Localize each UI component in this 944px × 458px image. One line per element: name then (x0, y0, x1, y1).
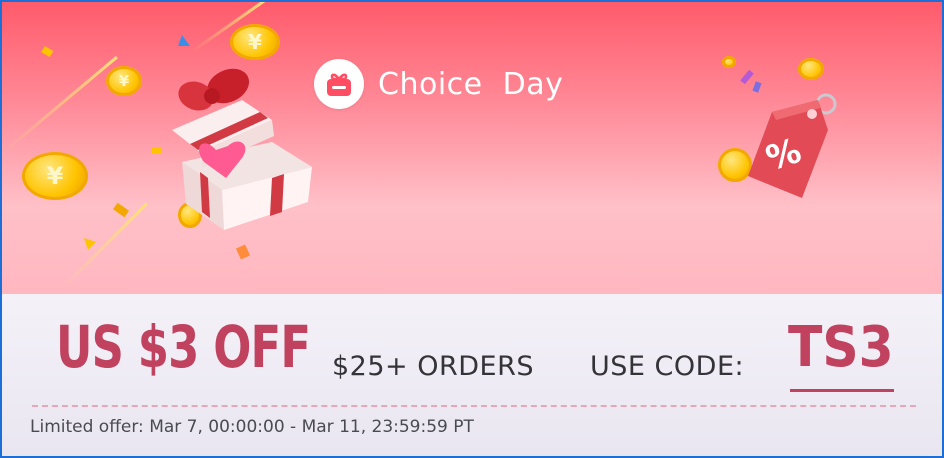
coupon-code-label: USE CODE: (590, 351, 745, 382)
discount-headline: US $3 OFF (56, 313, 311, 381)
coupon-code[interactable]: TS3 (788, 320, 894, 376)
promo-banner[interactable]: ¥ ¥ ¥ Choice Day % US $3 OFF $25+ ORDERS… (0, 0, 944, 458)
gift-box-icon (172, 68, 312, 230)
percent-tag-icon: % (748, 93, 837, 198)
gift-box-icon (314, 59, 364, 109)
offer-validity-text: Limited offer: Mar 7, 00:00:00 - Mar 11,… (30, 417, 474, 437)
hero-area: ¥ ¥ ¥ Choice Day % (2, 2, 942, 294)
coupon-code-underline (790, 389, 894, 392)
brand-title: Choice Day (378, 66, 564, 102)
minimum-order-label: $25+ ORDERS (332, 351, 535, 382)
dashed-divider (32, 405, 916, 407)
brand-header: Choice Day (314, 58, 563, 110)
